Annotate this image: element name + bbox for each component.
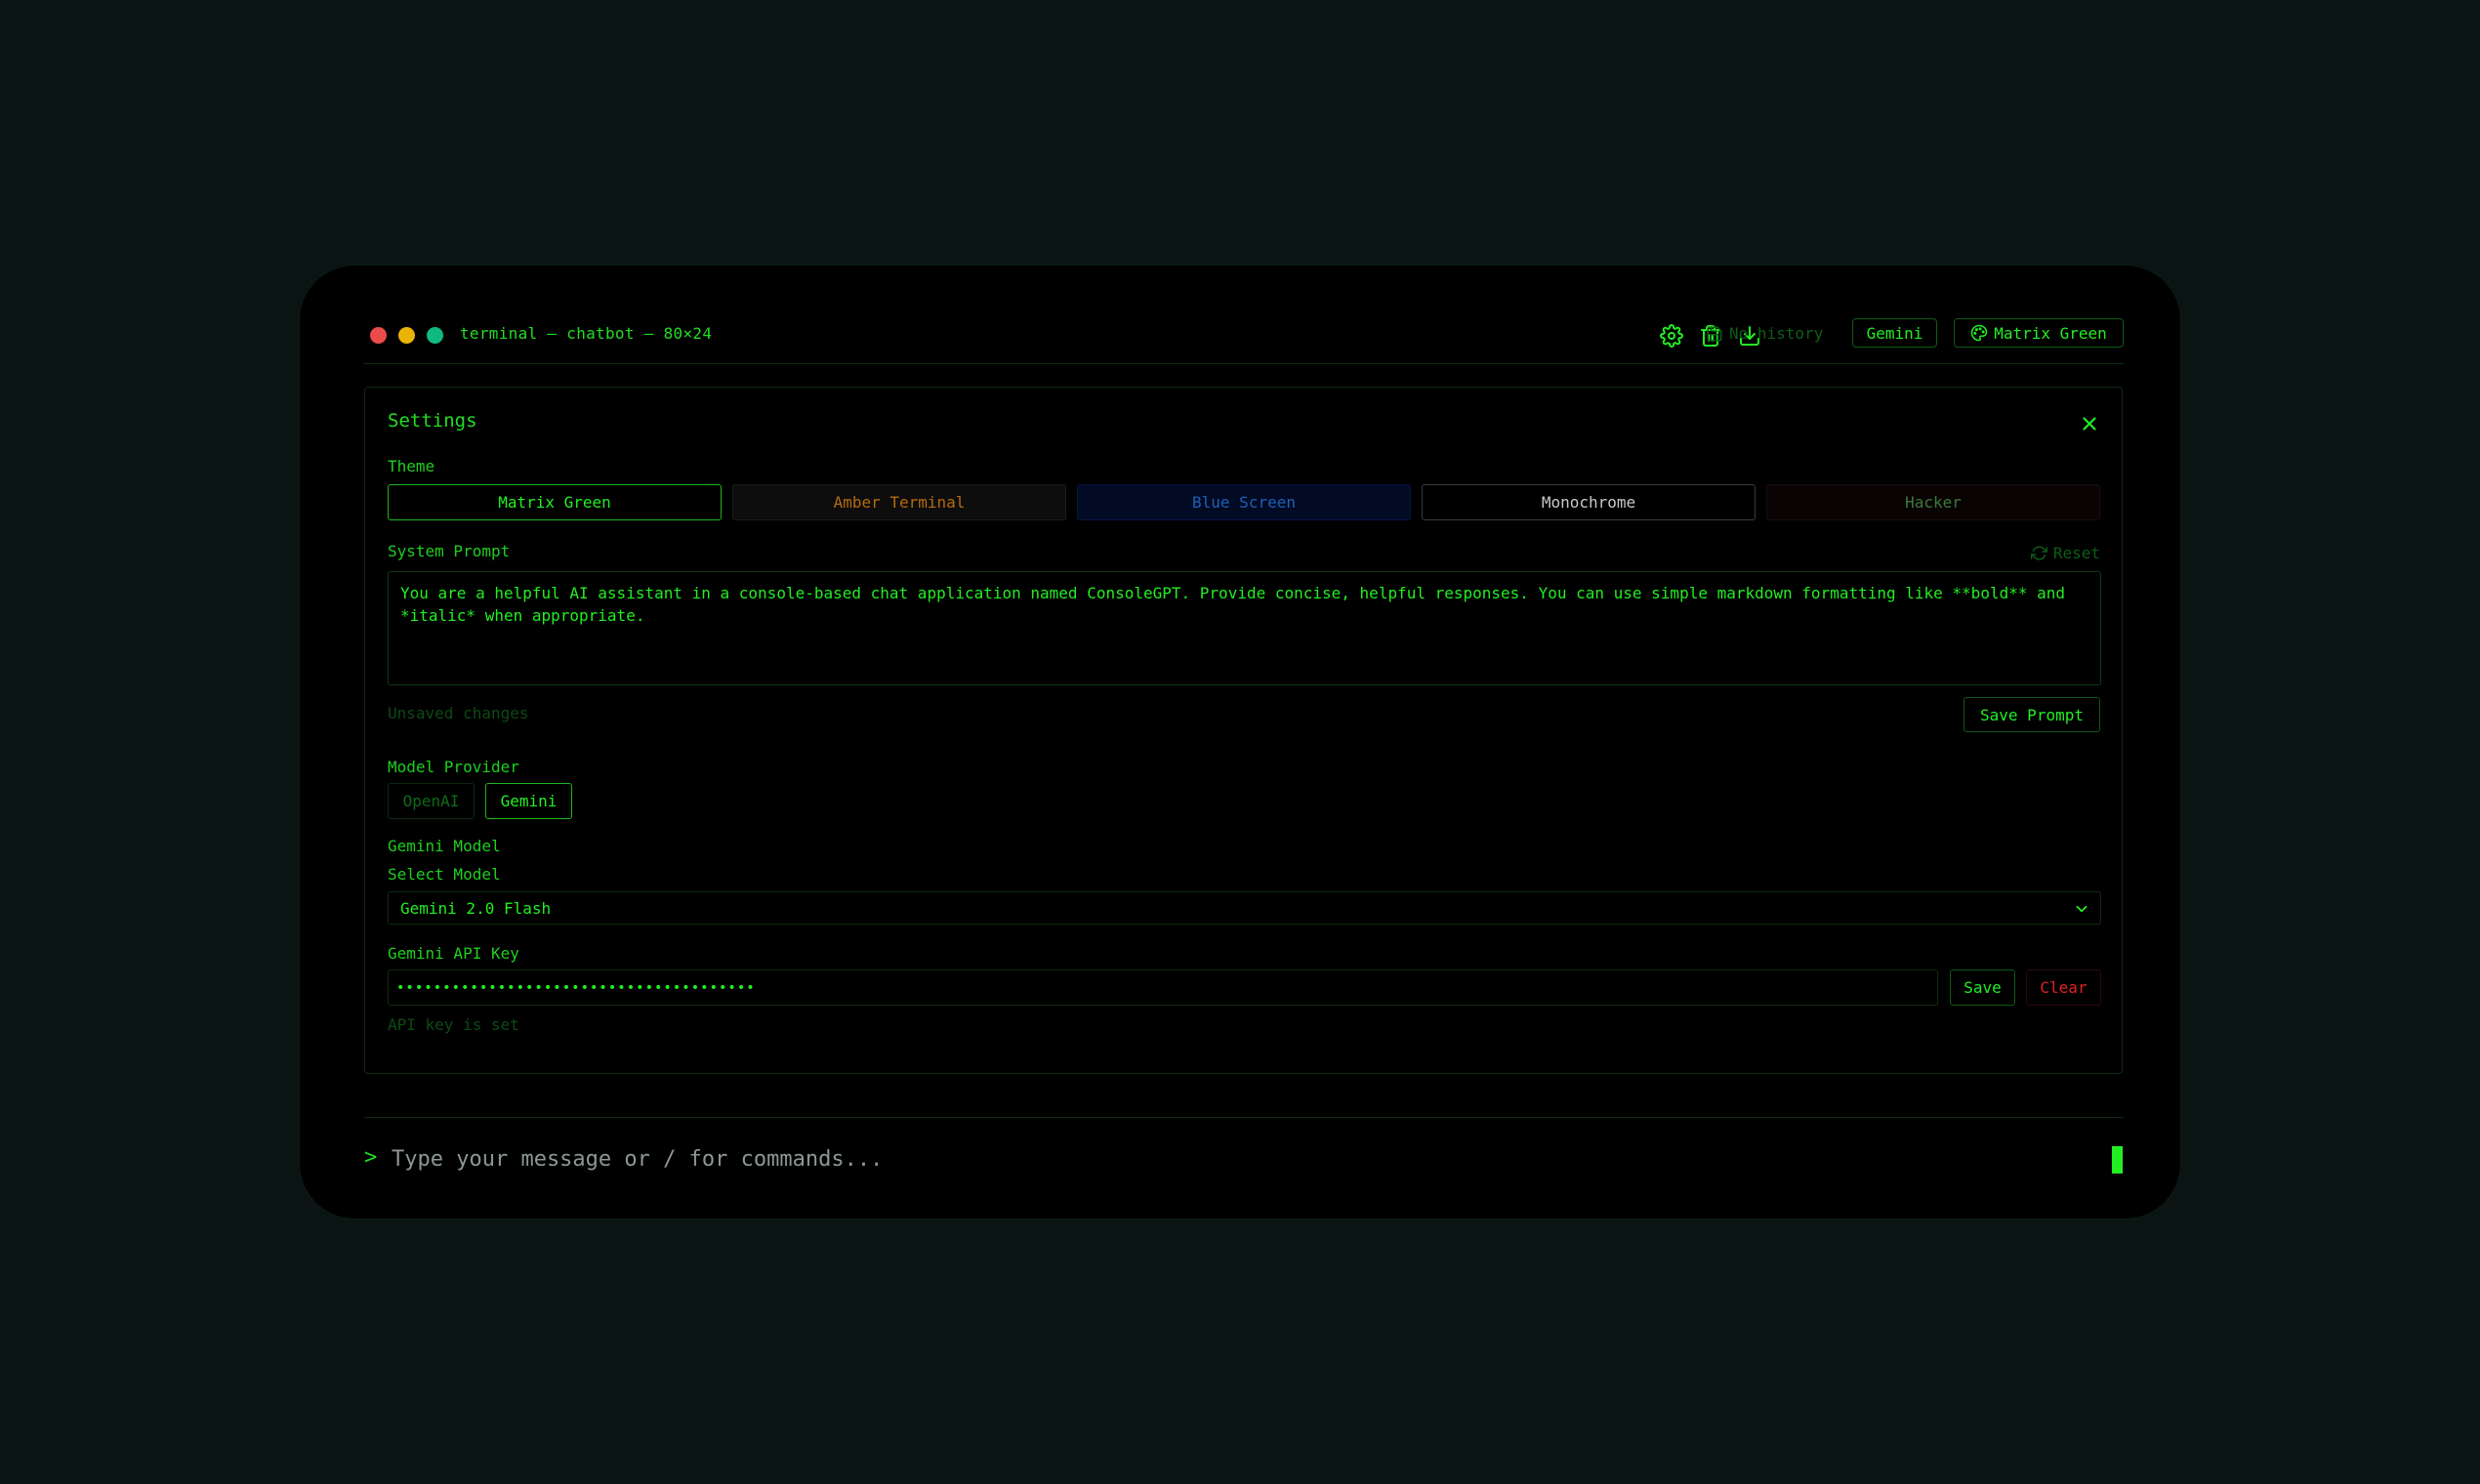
message-input[interactable] <box>390 1143 1956 1175</box>
api-key-label: Gemini API Key <box>388 944 519 963</box>
reset-label: Reset <box>2052 544 2100 562</box>
palette-icon <box>1970 324 1988 342</box>
cursor-block <box>2112 1146 2123 1174</box>
theme-label: Theme <box>388 457 435 475</box>
unsaved-changes-label: Unsaved changes <box>388 704 529 722</box>
save-icon <box>1707 326 1722 341</box>
api-key-status: API key is set <box>388 1015 519 1034</box>
system-prompt-label: System Prompt <box>388 542 511 560</box>
theme-hacker-button[interactable]: Hacker <box>1766 484 2100 520</box>
theme-chip-label: Matrix Green <box>1994 323 2107 343</box>
gemini-model-label: Gemini Model <box>388 837 501 855</box>
theme-matrix-green-button[interactable]: Matrix Green <box>388 484 722 520</box>
terminal-window: terminal — chatbot — 80×24 No history Ge… <box>300 266 2180 1218</box>
clear-api-key-button[interactable]: Clear <box>2026 969 2101 1006</box>
settings-title: Settings <box>388 410 477 432</box>
save-prompt-button[interactable]: Save Prompt <box>1963 697 2100 732</box>
history-label: No history <box>1729 324 1824 343</box>
model-provider-label: Model Provider <box>388 758 519 776</box>
settings-panel: Settings Theme Matrix Green Amber Termin… <box>364 387 2123 1074</box>
model-select[interactable]: Gemini 2.0 Flash <box>388 891 2101 925</box>
provider-openai-button[interactable]: OpenAI <box>388 783 475 819</box>
maximize-window-dot[interactable] <box>427 327 443 344</box>
model-select-value: Gemini 2.0 Flash <box>400 898 552 918</box>
close-window-dot[interactable] <box>370 327 387 344</box>
theme-amber-terminal-button[interactable]: Amber Terminal <box>732 484 1066 520</box>
theme-monochrome-button[interactable]: Monochrome <box>1422 484 1756 520</box>
settings-icon[interactable] <box>1659 323 1684 349</box>
reset-button[interactable]: Reset <box>2030 544 2100 562</box>
refresh-icon <box>2030 546 2047 560</box>
window-header: terminal — chatbot — 80×24 No history Ge… <box>363 266 2124 364</box>
provider-chip[interactable]: Gemini <box>1852 318 1937 348</box>
chevron-down-icon <box>2076 905 2087 913</box>
save-api-key-button[interactable]: Save <box>1950 969 2015 1006</box>
provider-gemini-button[interactable]: Gemini <box>485 783 572 819</box>
input-divider <box>364 1117 2124 1118</box>
window-title: terminal — chatbot — 80×24 <box>460 324 713 343</box>
api-key-input[interactable]: ••••••••••••••••••••••••••••••••••••••• <box>388 969 1938 1006</box>
select-model-label: Select Model <box>388 865 501 884</box>
system-prompt-textarea[interactable]: You are a helpful AI assistant in a cons… <box>388 571 2101 685</box>
history-status: No history <box>1706 324 1823 343</box>
minimize-window-dot[interactable] <box>398 327 415 344</box>
theme-blue-screen-button[interactable]: Blue Screen <box>1077 484 1411 520</box>
prompt-caret: > <box>364 1145 378 1170</box>
theme-chip[interactable]: Matrix Green <box>1954 318 2124 348</box>
close-icon[interactable] <box>2079 413 2100 434</box>
